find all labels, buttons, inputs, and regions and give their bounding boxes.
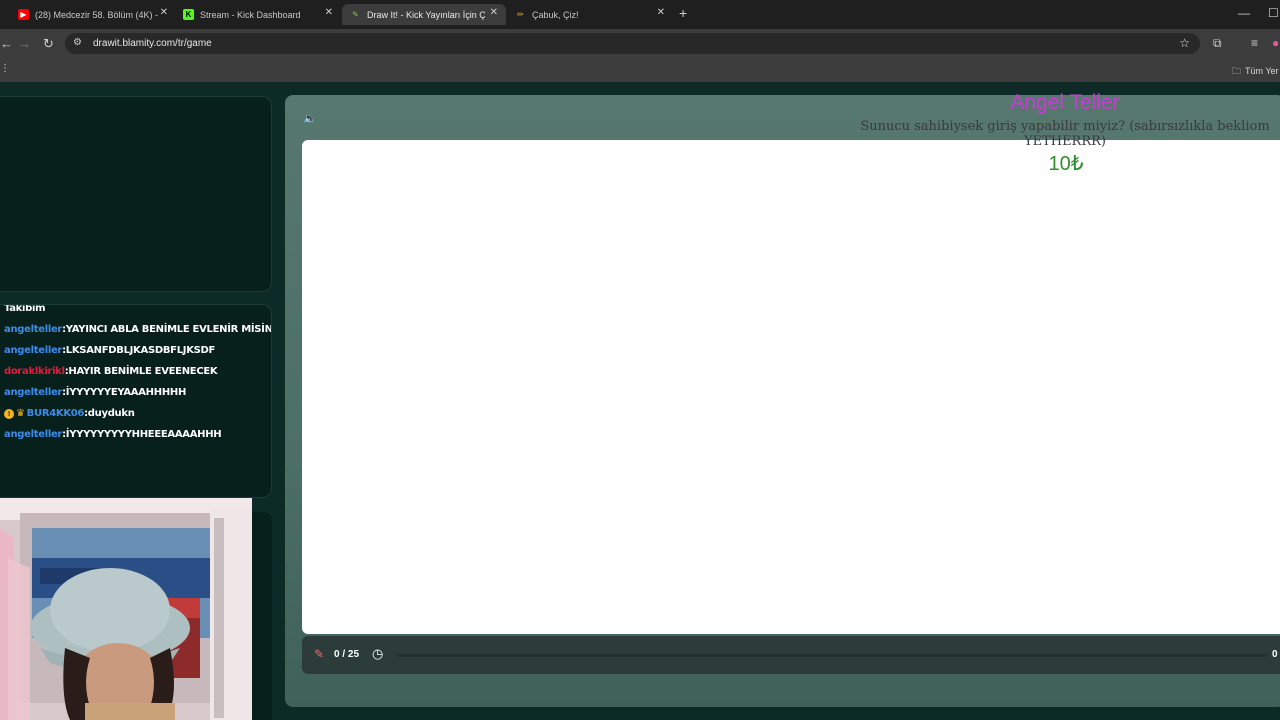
donation-name: Angel Teller [1010, 91, 1120, 114]
tab-youtube[interactable]: ▶ (28) Medcezir 58. Bölüm (4K) - ✕ [18, 4, 168, 25]
score-label: 0 [1272, 649, 1278, 660]
maximize-button[interactable]: ☐ [1268, 6, 1279, 20]
side-panel-edge [252, 512, 272, 720]
tab-kick-dashboard[interactable]: K Stream - Kick Dashboard ✕ [183, 4, 333, 25]
game-panel: 🔈 ✎ 0 / 25 ◷ 0 [285, 95, 1280, 707]
address-bar[interactable]: ⚙ drawit.blamity.com/tr/game ☆ [65, 33, 1200, 54]
chat-panel: Takibim angelteller:YAYINCI ABLA BENİMLE… [0, 304, 272, 498]
chat-username[interactable]: angelteller [4, 324, 62, 335]
reload-button[interactable]: ↻ [43, 36, 54, 52]
game-toolbar: ✎ 0 / 25 ◷ 0 [302, 636, 1280, 674]
bookmarks-bar: ⋮ 🗀 Tüm Yer [0, 58, 1280, 82]
profile-avatar[interactable]: ● [1272, 36, 1279, 50]
close-icon[interactable]: ✕ [657, 7, 665, 18]
tab-cabuk-ciz[interactable]: ✏ Çabuk, Çiz! ✕ [515, 4, 665, 25]
coin-badge-icon: ! [4, 409, 14, 419]
close-icon[interactable]: ✕ [325, 7, 333, 18]
all-bookmarks-button[interactable]: 🗀 Tüm Yer [1232, 64, 1279, 80]
empty-side-panel [0, 96, 272, 292]
chat-text: HAYIR BENİMLE EVEENECEK [68, 366, 218, 377]
browser-tab-bar: ▶ (28) Medcezir 58. Bölüm (4K) - ✕ K Str… [0, 0, 1280, 29]
chat-text: LKSANFDBLJKASDBFLJKSDF [65, 345, 216, 356]
webcam-overlay [0, 498, 252, 720]
apps-icon[interactable]: ⋮ [0, 63, 10, 74]
tab-draw-it[interactable]: ✎ Draw It! - Kick Yayınları İçin Çizi ✕ [342, 4, 506, 25]
folder-icon: 🗀 [1232, 66, 1242, 76]
speaker-icon[interactable]: 🔈 [303, 112, 317, 125]
chat-text: İYYYYYYYYYHHEEEAAAAHHH [65, 429, 222, 440]
site-settings-icon[interactable]: ⚙ [73, 37, 82, 48]
chat-username[interactable]: angelteller [4, 429, 62, 440]
drawit-icon: ✎ [352, 10, 359, 19]
close-icon[interactable]: ✕ [490, 7, 498, 18]
timer-progress-bar [397, 654, 1267, 657]
chat-username[interactable]: angelteller [4, 345, 62, 356]
chat-message: angelteller:İYYYYYYEYAAAHHHHH [4, 387, 186, 398]
extensions-icon[interactable]: ⧉ [1213, 36, 1222, 51]
webcam-image [0, 498, 252, 720]
close-icon[interactable]: ✕ [160, 7, 168, 18]
chat-partial-line: Takibim [4, 304, 46, 314]
chat-username[interactable]: BUR4KK06 [27, 408, 85, 419]
pencil-icon: ✏ [517, 10, 524, 19]
chat-username[interactable]: doraklkirikl [4, 366, 65, 377]
kick-icon: K [183, 9, 194, 20]
address-toolbar: ← → ↻ ⚙ drawit.blamity.com/tr/game ☆ ⧉ ≡… [0, 29, 1280, 58]
drawing-counter: 0 / 25 [334, 649, 360, 660]
chat-username[interactable]: angelteller [4, 387, 62, 398]
tab-title: Çabuk, Çiz! [532, 9, 579, 20]
crown-badge-icon: ♛ [16, 408, 25, 419]
chat-text: duydukn [87, 408, 135, 419]
chat-message: ! ♛ BUR4KK06:duydukn [4, 408, 135, 419]
all-bookmarks-label: Tüm Yer [1245, 66, 1279, 76]
tab-title: (28) Medcezir 58. Bölüm (4K) - [35, 9, 159, 20]
minimize-button[interactable]: — [1238, 6, 1250, 20]
bookmark-star-icon[interactable]: ☆ [1179, 36, 1190, 50]
chat-text: İYYYYYYEYAAAHHHHH [65, 387, 187, 398]
chat-message: doraklkirikl:HAYIR BENİMLE EVEENECEK [4, 366, 218, 377]
back-button[interactable]: ← [0, 36, 13, 51]
youtube-icon: ▶ [18, 9, 29, 20]
donation-amount: 10₺ [1048, 153, 1084, 175]
timer-icon: ◷ [372, 646, 384, 661]
chat-message: angelteller:YAYINCI ABLA BENİMLE EVLENİR… [4, 324, 272, 335]
donation-message: Sunucu sahibiysek giriş yapabilir miyiz?… [860, 119, 1270, 149]
media-control-icon[interactable]: ≡ [1251, 36, 1258, 50]
page-content: Takibim angelteller:YAYINCI ABLA BENİMLE… [0, 82, 1280, 720]
chat-message: angelteller:LKSANFDBLJKASDBFLJKSDF [4, 345, 215, 356]
chat-message: angelteller:İYYYYYYYYYHHEEEAAAAHHH [4, 429, 222, 440]
pencil-icon: ✎ [314, 647, 325, 661]
tab-title: Stream - Kick Dashboard [200, 9, 301, 20]
drawing-canvas[interactable] [302, 140, 1280, 634]
new-tab-button[interactable]: + [679, 5, 687, 21]
url-text[interactable]: drawit.blamity.com/tr/game [93, 38, 212, 49]
forward-button[interactable]: → [18, 36, 31, 51]
chat-text: YAYINCI ABLA BENİMLE EVLENİR MİSİN? [65, 324, 272, 335]
tab-title: Draw It! - Kick Yayınları İçin Çizi [367, 9, 485, 20]
